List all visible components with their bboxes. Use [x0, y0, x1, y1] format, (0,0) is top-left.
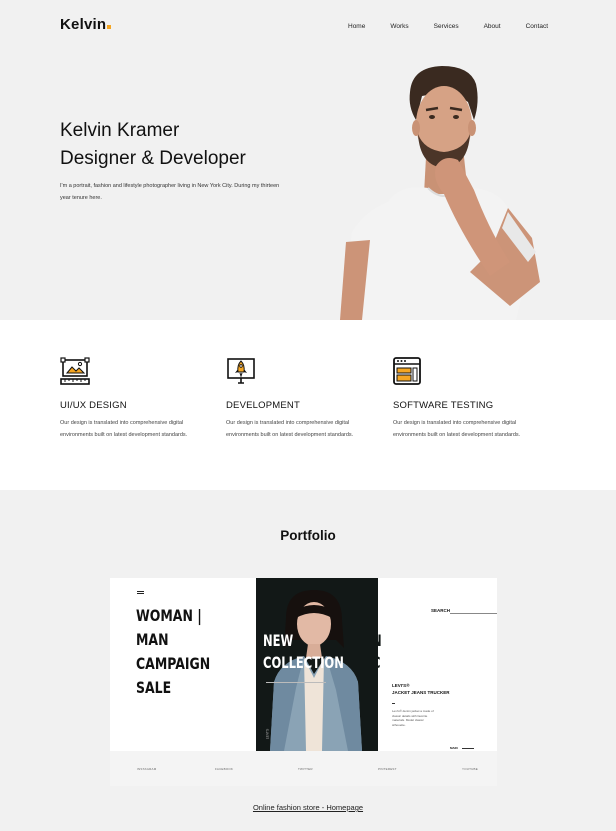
mockup-search-line	[450, 613, 497, 614]
mockup-product-name: LEVI'S® JACKET JEANS TRUCKER	[392, 682, 450, 696]
portfolio-thumbnail[interactable]: WOMAN | MAN CAMPAIGN SALE NEW COLLECTION	[110, 578, 497, 786]
service-title: SOFTWARE TESTING	[393, 400, 494, 411]
nav-contact[interactable]: Contact	[526, 23, 548, 30]
mockup-vertical-label: LEVI'S	[265, 728, 270, 740]
mockup-peek-text: N C	[372, 630, 382, 674]
logo-text: Kelvin	[60, 16, 107, 33]
hero-portrait	[340, 62, 550, 320]
hero-title: Kelvin Kramer Designer & Developer	[60, 117, 246, 173]
main-nav: Home Works Services About Contact	[323, 23, 548, 30]
service-description: Our design is translated into comprehens…	[60, 420, 188, 438]
mockup-peek-line: C	[372, 653, 381, 672]
mockup-social-item: YOUTUBE	[462, 767, 478, 771]
mockup-product-line: LEVI'S®	[392, 683, 410, 688]
mockup-collection-line: NEW	[263, 631, 294, 650]
mockup-product-desc: Levi's® denim jacket a made of classic d…	[392, 709, 434, 727]
service-title: UI/UX DESIGN	[60, 400, 127, 411]
nav-about[interactable]: About	[484, 23, 501, 30]
nav-works[interactable]: Works	[390, 23, 408, 30]
arrow-right-icon	[462, 748, 474, 749]
service-description: Our design is translated into comprehens…	[226, 420, 354, 438]
mockup-collection-line: COLLECTION	[263, 653, 344, 672]
portfolio-section: Portfolio WOMAN | MAN CAMPAIGN SALE NEW …	[0, 490, 616, 831]
logo[interactable]: Kelvin	[60, 16, 112, 33]
portfolio-title: Portfolio	[280, 528, 336, 543]
mockup-social-item: INSTAGRAM	[137, 767, 157, 771]
site-header: Kelvin Home Works Services About Contact	[0, 0, 616, 56]
rocket-monitor-icon	[226, 356, 256, 386]
ui-design-icon	[60, 356, 90, 386]
mockup-headline-line: CAMPAIGN	[136, 654, 211, 673]
mockup-model-panel: NEW COLLECTION LEVI'S	[256, 578, 378, 751]
nav-home[interactable]: Home	[348, 23, 365, 30]
mockup-social-item: FACEBOOK	[215, 767, 234, 771]
browser-layout-icon	[393, 356, 423, 386]
mockup-search-label: SEARCH	[431, 608, 451, 613]
mockup-divider	[266, 682, 326, 683]
mockup-left-panel: WOMAN | MAN CAMPAIGN SALE	[110, 578, 256, 751]
mockup-headline-line: MAN	[136, 630, 169, 649]
mockup-headline-line: WOMAN |	[136, 606, 202, 625]
mockup-social-item: PINTEREST	[378, 767, 397, 771]
service-description: Our design is translated into comprehens…	[393, 420, 521, 438]
mockup-social-bar: INSTAGRAM FACEBOOK TWITTER PINTEREST YOU…	[110, 751, 497, 786]
mockup-right-panel: N C SEARCH LEVI'S® JACKET JEANS TRUCKER …	[372, 578, 497, 751]
mockup-more-label: MAIN	[450, 746, 458, 750]
services-section: UI/UX DESIGN Our design is translated in…	[0, 320, 616, 490]
mockup-collection-text: NEW COLLECTION	[263, 630, 344, 674]
mockup-headline-line: SALE	[136, 678, 172, 697]
hero-intro: I'm a portrait, fashion and lifestyle ph…	[60, 183, 280, 201]
logo-dot	[107, 25, 112, 29]
mockup-product-line: JACKET JEANS TRUCKER	[392, 690, 450, 695]
mockup-dash	[392, 703, 395, 704]
mockup-headline: WOMAN | MAN CAMPAIGN SALE	[136, 604, 210, 700]
hero-title-role: Designer & Developer	[60, 148, 246, 169]
hamburger-menu-icon	[137, 591, 144, 594]
portfolio-item-link[interactable]: Online fashion store - Homepage	[0, 803, 616, 812]
service-title: DEVELOPMENT	[226, 400, 300, 411]
mockup-peek-line: N	[372, 631, 382, 650]
nav-services[interactable]: Services	[434, 23, 459, 30]
hero-title-name: Kelvin Kramer	[60, 120, 180, 141]
mockup-social-item: TWITTER	[298, 767, 313, 771]
